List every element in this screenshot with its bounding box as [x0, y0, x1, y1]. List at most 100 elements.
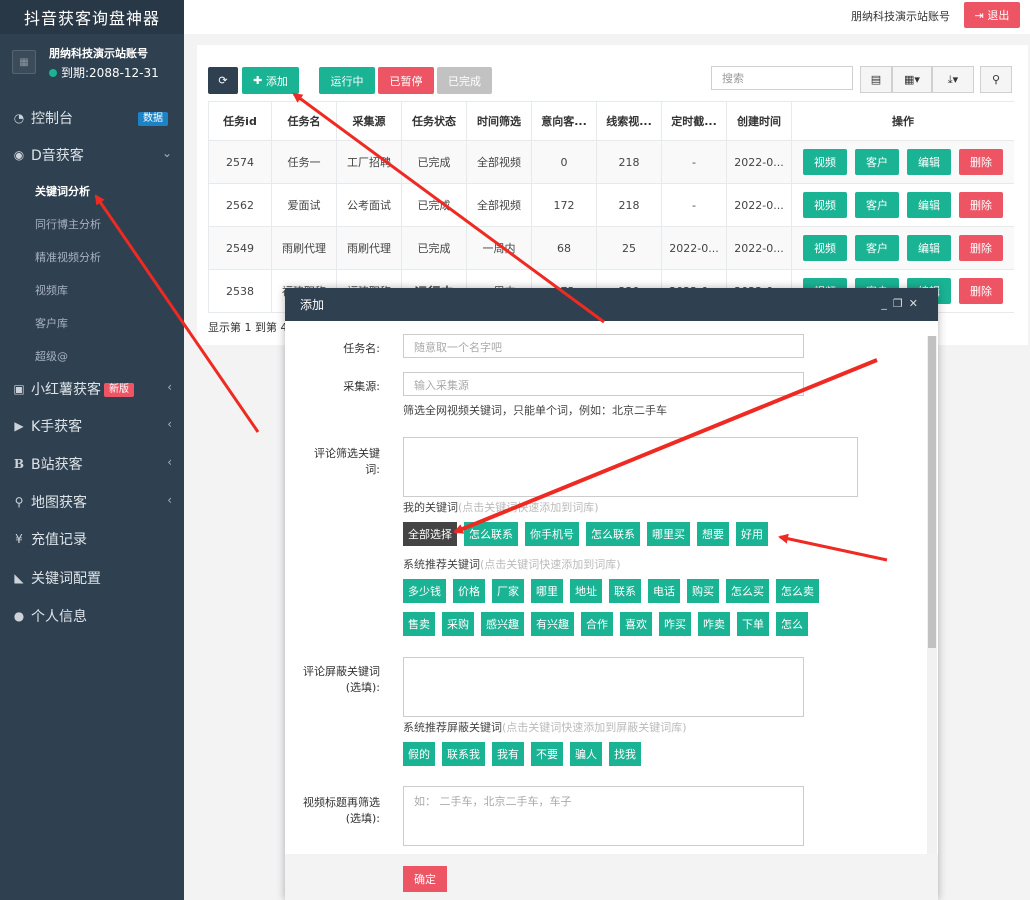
keyword-tag[interactable]: 怎么: [776, 612, 808, 636]
keyword-tag[interactable]: 厂家: [492, 579, 524, 603]
sidebar-subitem-video-library[interactable]: 视频库: [35, 282, 68, 298]
customer-button[interactable]: 客户: [855, 235, 899, 261]
sidebar-subitem-customer-library[interactable]: 客户库: [35, 315, 68, 331]
select-all-tag[interactable]: 全部选择: [403, 522, 457, 546]
keyword-tag[interactable]: 电话: [648, 579, 680, 603]
edit-button[interactable]: 编辑: [907, 149, 951, 175]
keyword-tag[interactable]: 购买: [687, 579, 719, 603]
col-header[interactable]: 线索视...: [596, 101, 662, 141]
keyword-tag[interactable]: 怎么买: [726, 579, 769, 603]
col-header[interactable]: 定时截...: [661, 101, 727, 141]
block-tag[interactable]: 我有: [492, 742, 524, 766]
sidebar-item-kuaishou[interactable]: ▶ K手获客 ‹: [0, 411, 184, 441]
keyword-tag[interactable]: 联系: [609, 579, 641, 603]
keyword-tag[interactable]: 地址: [570, 579, 602, 603]
keyword-tag[interactable]: 哪里买: [647, 522, 690, 546]
sidebar-item-keyword-config[interactable]: ◣ 关键词配置: [0, 563, 184, 593]
keyword-tag[interactable]: 合作: [581, 612, 613, 636]
sidebar-item-map[interactable]: ⚲ 地图获客 ‹: [0, 487, 184, 517]
keyword-tag[interactable]: 有兴趣: [531, 612, 574, 636]
chevron-left-icon: ‹: [167, 417, 172, 431]
block-tag[interactable]: 找我: [609, 742, 641, 766]
search-input[interactable]: 搜索: [711, 66, 853, 90]
col-header[interactable]: 采集源: [336, 101, 402, 141]
sidebar-subitem-precise-video[interactable]: 精准视频分析: [35, 249, 101, 265]
video-button[interactable]: 视频: [803, 149, 847, 175]
add-label: 添加: [265, 74, 288, 88]
cell-leads: 25: [596, 226, 662, 270]
edit-button[interactable]: 编辑: [907, 192, 951, 218]
delete-button[interactable]: 删除: [959, 192, 1003, 218]
col-header[interactable]: 任务名: [271, 101, 337, 141]
sys-keywords-hint: (点击关键词快速添加到词库): [480, 558, 621, 571]
keyword-tag[interactable]: 怎么联系: [586, 522, 640, 546]
keyword-tag[interactable]: 好用: [736, 522, 768, 546]
keyword-tag[interactable]: 咋买: [659, 612, 691, 636]
delete-button[interactable]: 删除: [959, 235, 1003, 261]
add-button[interactable]: ✚ 添加: [242, 67, 299, 94]
title-filter-textarea[interactable]: 如： 二手车，北京二手车，车子: [403, 786, 804, 846]
delete-button[interactable]: 删除: [959, 149, 1003, 175]
keyword-tag[interactable]: 价格: [453, 579, 485, 603]
sidebar-subitem-peer-blogger[interactable]: 同行博主分析: [35, 216, 101, 232]
sidebar-item-personal[interactable]: ● 个人信息: [0, 601, 184, 631]
sidebar-item-dashboard[interactable]: ◔ 控制台 数据: [0, 103, 184, 133]
col-header[interactable]: 时间筛选: [466, 101, 532, 141]
sys-block-hint: (点击关键词快速添加到屏蔽关键词库): [502, 721, 687, 734]
keyword-tag[interactable]: 下单: [737, 612, 769, 636]
comment-filter-textarea[interactable]: [403, 437, 858, 497]
done-filter-button[interactable]: 已完成: [437, 67, 492, 94]
sidebar-subitem-keyword-analysis[interactable]: 关键词分析: [35, 183, 90, 199]
maximize-icon[interactable]: ❐: [893, 297, 909, 310]
sys-keywords-label: 系统推荐关键词: [403, 558, 480, 571]
list-view-icon[interactable]: ▤: [860, 66, 892, 93]
sidebar-item-bilibili[interactable]: B B站获客 ‹: [0, 449, 184, 479]
customer-button[interactable]: 客户: [855, 192, 899, 218]
col-header[interactable]: 任务id: [208, 101, 272, 141]
edit-button[interactable]: 编辑: [907, 235, 951, 261]
modal-scrollbar[interactable]: [927, 336, 937, 856]
logout-button[interactable]: ⇥ 退出: [964, 2, 1020, 28]
source-input[interactable]: 输入采集源: [403, 372, 804, 396]
keyword-tag[interactable]: 想要: [697, 522, 729, 546]
video-button[interactable]: 视频: [803, 192, 847, 218]
video-button[interactable]: 视频: [803, 235, 847, 261]
keyword-tag[interactable]: 多少钱: [403, 579, 446, 603]
modal-header: 添加 _❐✕: [285, 288, 938, 321]
paused-filter-button[interactable]: 已暂停: [378, 67, 434, 94]
block-keywords-textarea[interactable]: [403, 657, 804, 717]
sidebar-item-xhs[interactable]: ▣ 小红薯获客 新版 ‹: [0, 374, 184, 404]
delete-button[interactable]: 删除: [959, 278, 1003, 304]
col-header[interactable]: 任务状态: [401, 101, 467, 141]
keyword-tag[interactable]: 怎么卖: [776, 579, 819, 603]
block-tag[interactable]: 不要: [531, 742, 563, 766]
sidebar-item-douyin[interactable]: ◉ D音获客 ⌄: [0, 140, 184, 170]
chevron-left-icon: ‹: [167, 493, 172, 507]
minimize-icon[interactable]: _: [881, 297, 893, 310]
keyword-tag[interactable]: 哪里: [531, 579, 563, 603]
confirm-button[interactable]: 确定: [403, 866, 447, 892]
col-header[interactable]: 意向客...: [531, 101, 597, 141]
search-icon[interactable]: ⚲: [980, 66, 1012, 93]
refresh-button[interactable]: ⟳: [208, 67, 238, 94]
running-filter-button[interactable]: 运行中: [319, 67, 375, 94]
customer-button[interactable]: 客户: [855, 149, 899, 175]
col-header[interactable]: 创建时间: [726, 101, 792, 141]
task-name-input[interactable]: 随意取一个名字吧: [403, 334, 804, 358]
keyword-tag[interactable]: 喜欢: [620, 612, 652, 636]
keyword-tag[interactable]: 怎么联系: [464, 522, 518, 546]
keyword-tag[interactable]: 售卖: [403, 612, 435, 636]
block-tag[interactable]: 联系我: [442, 742, 485, 766]
columns-icon[interactable]: ▦▾: [892, 66, 932, 93]
sidebar-item-recharge[interactable]: ¥ 充值记录: [0, 524, 184, 554]
block-tag[interactable]: 骗人: [570, 742, 602, 766]
scrollbar-thumb[interactable]: [928, 336, 936, 648]
keyword-tag[interactable]: 你手机号: [525, 522, 579, 546]
export-icon[interactable]: ⤓▾: [932, 66, 974, 93]
keyword-tag[interactable]: 咋卖: [698, 612, 730, 636]
keyword-tag[interactable]: 采购: [442, 612, 474, 636]
sidebar-subitem-super-at[interactable]: 超级@: [35, 348, 68, 364]
block-tag[interactable]: 假的: [403, 742, 435, 766]
keyword-tag[interactable]: 感兴趣: [481, 612, 524, 636]
close-icon[interactable]: ✕: [909, 297, 924, 310]
